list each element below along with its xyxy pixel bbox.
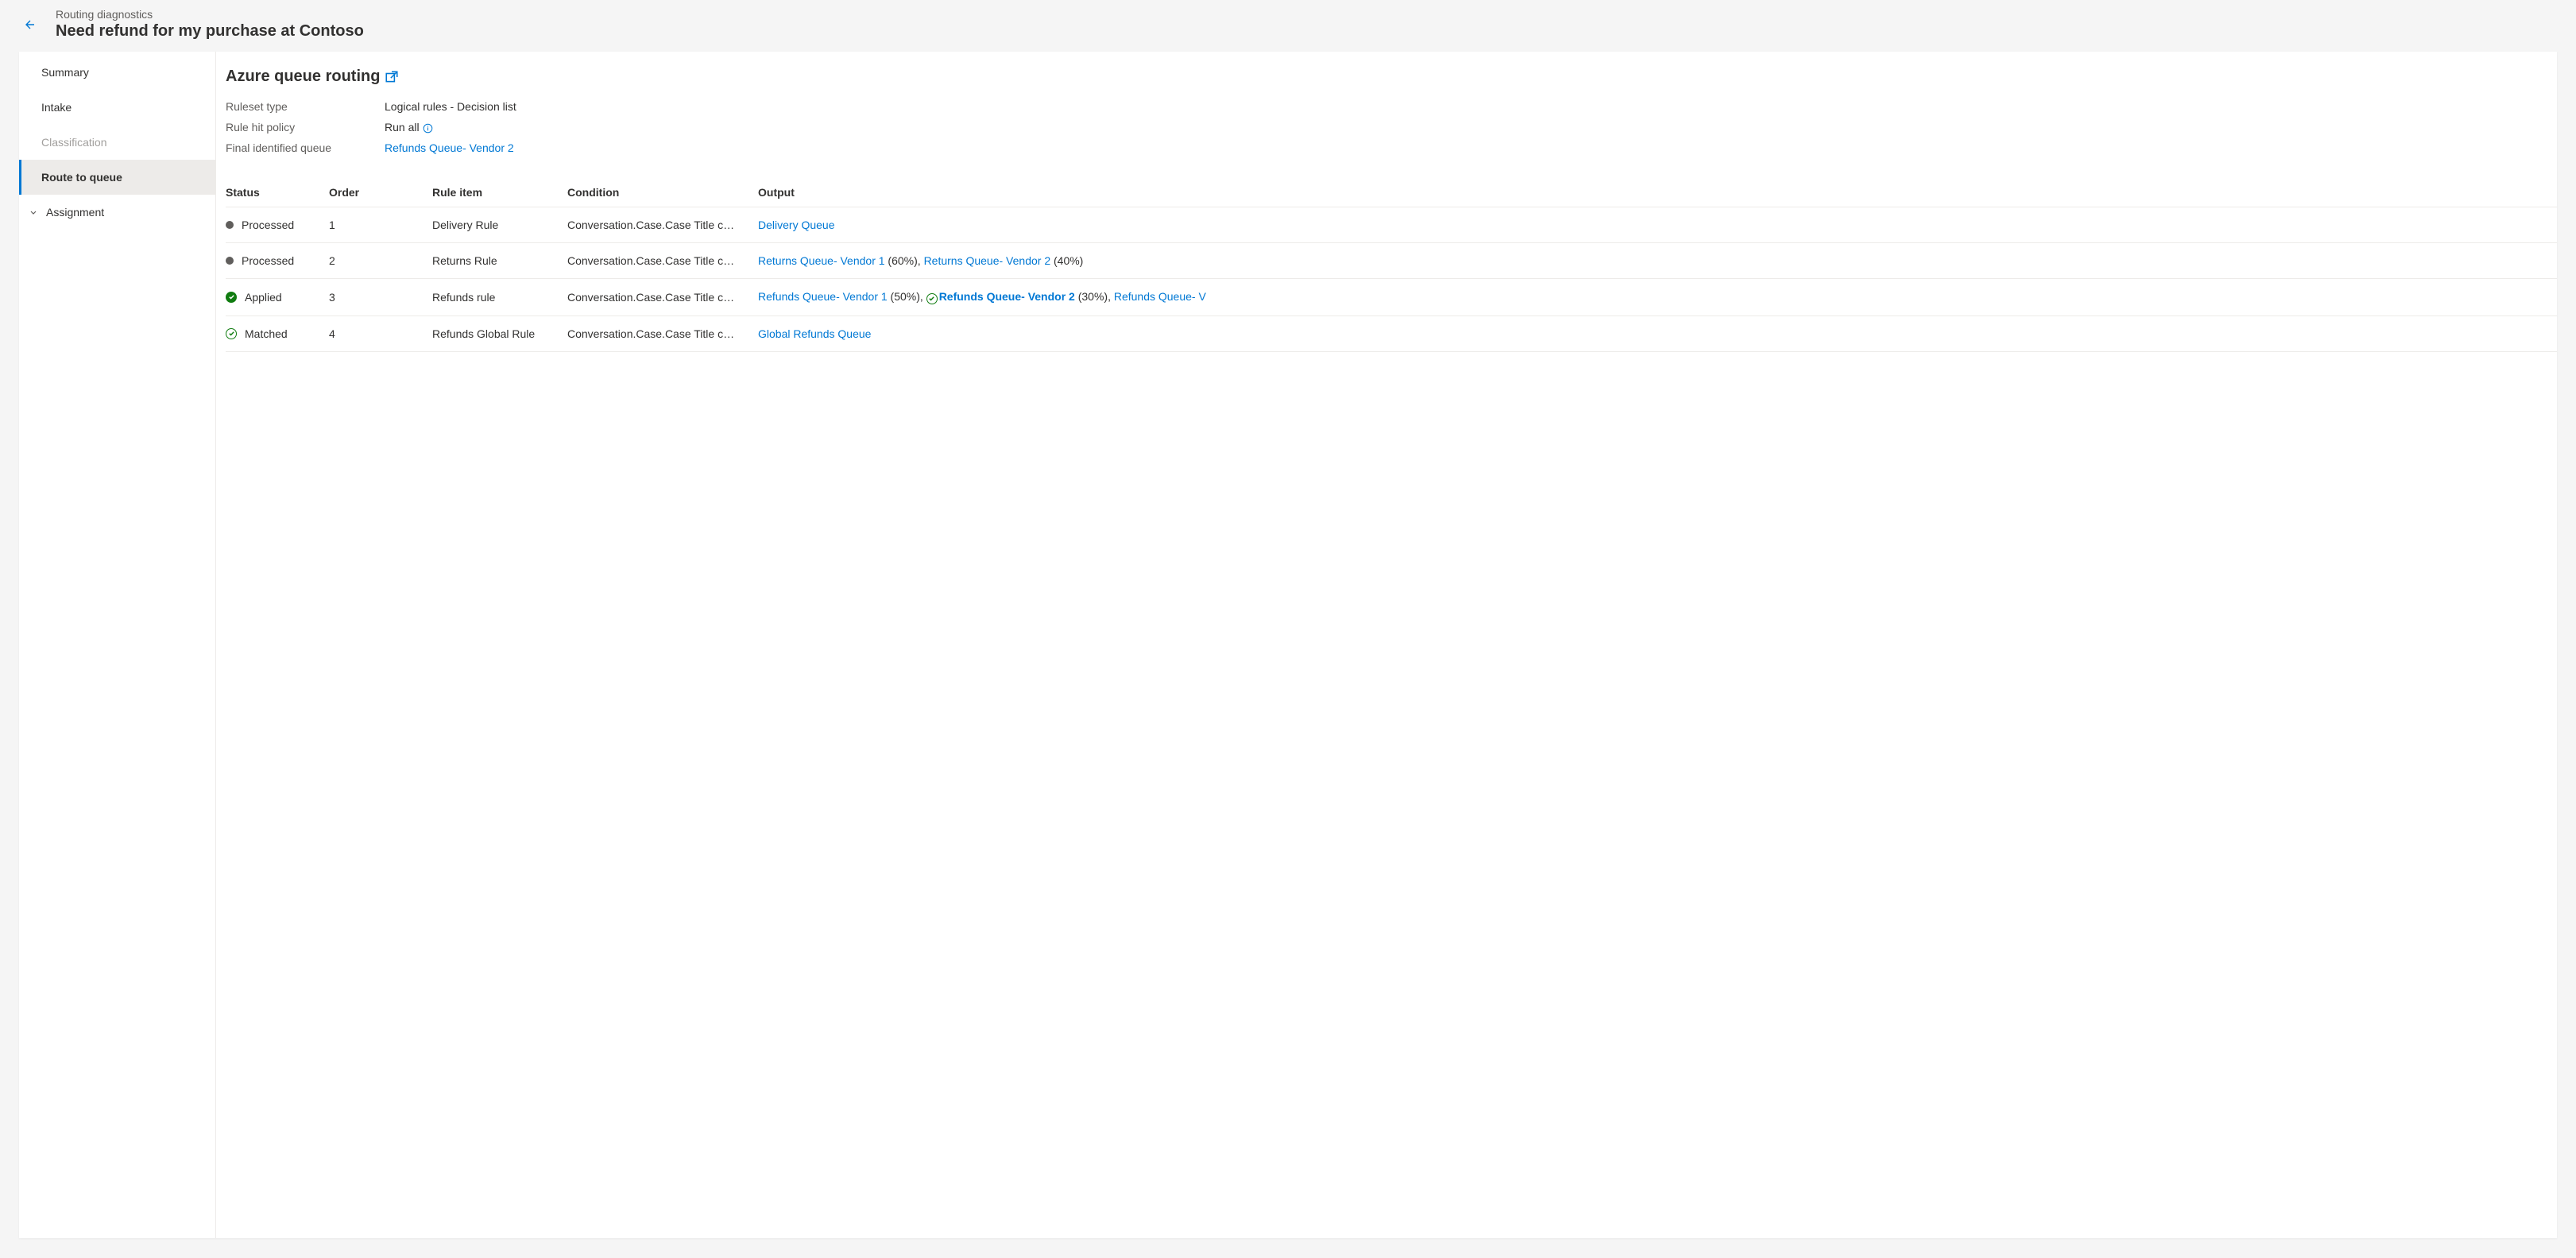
- page-title: Need refund for my purchase at Contoso: [56, 22, 364, 41]
- queue-link[interactable]: Global Refunds Queue: [758, 327, 871, 340]
- order-cell: 3: [329, 279, 432, 316]
- check-outline-icon: [226, 328, 237, 339]
- rule-item-cell: Refunds rule: [432, 279, 567, 316]
- status-dot-icon: [226, 221, 234, 229]
- condition-cell: Conversation.Case.Case Title c…: [567, 279, 758, 316]
- order-cell: 1: [329, 207, 432, 243]
- table-row[interactable]: Processed 1Delivery RuleConversation.Case…: [226, 207, 2557, 243]
- sidebar-item-intake[interactable]: Intake: [19, 90, 215, 125]
- back-button[interactable]: [16, 12, 41, 37]
- column-header[interactable]: Status: [226, 178, 329, 207]
- table-row[interactable]: Processed 2Returns RuleConversation.Case.…: [226, 243, 2557, 279]
- sidebar-item-label: Intake: [41, 101, 72, 114]
- column-header[interactable]: Order: [329, 178, 432, 207]
- output-cell: Delivery Queue: [758, 207, 2557, 243]
- property-value: Logical rules - Decision list: [385, 100, 2557, 113]
- sidebar-item-route-to-queue[interactable]: Route to queue: [19, 160, 215, 195]
- status-text: Applied: [245, 291, 282, 304]
- property-label: Rule hit policy: [226, 121, 385, 134]
- main-panel: Summary Intake Classification Route to queu…: [19, 52, 2557, 1238]
- sidebar: Summary Intake Classification Route to queu…: [19, 52, 216, 1238]
- sidebar-item-label: Assignment: [46, 206, 104, 219]
- status-text: Processed: [242, 254, 294, 267]
- output-text: (60%),: [885, 254, 924, 267]
- queue-link[interactable]: Returns Queue- Vendor 1: [758, 254, 885, 267]
- queue-link[interactable]: Refunds Queue- V: [1114, 290, 1206, 303]
- sidebar-item-assignment[interactable]: Assignment: [19, 195, 215, 230]
- rule-item-cell: Delivery Rule: [432, 207, 567, 243]
- status-dot-icon: [226, 257, 234, 265]
- rule-item-cell: Refunds Global Rule: [432, 315, 567, 351]
- column-header[interactable]: Condition: [567, 178, 758, 207]
- open-new-window-button[interactable]: [385, 70, 399, 84]
- queue-link[interactable]: Returns Queue- Vendor 2: [924, 254, 1051, 267]
- sidebar-item-summary[interactable]: Summary: [19, 55, 215, 90]
- condition-cell: Conversation.Case.Case Title c…: [567, 315, 758, 351]
- breadcrumb: Routing diagnostics: [56, 8, 364, 21]
- content: Azure queue routing Ruleset typeLogical …: [216, 52, 2557, 1238]
- properties-grid: Ruleset typeLogical rules - Decision lis…: [226, 100, 2557, 154]
- condition-cell: Conversation.Case.Case Title c…: [567, 243, 758, 279]
- sidebar-item-label: Classification: [41, 136, 106, 149]
- content-title: Azure queue routing: [226, 68, 380, 86]
- condition-cell: Conversation.Case.Case Title c…: [567, 207, 758, 243]
- sidebar-item-label: Route to queue: [41, 171, 122, 184]
- rules-table: StatusOrderRule itemConditionOutput Proc…: [226, 178, 2557, 352]
- order-cell: 2: [329, 243, 432, 279]
- property-value: Run all: [385, 121, 2557, 134]
- sidebar-item-label: Summary: [41, 66, 89, 79]
- popout-icon: [385, 70, 399, 84]
- queue-link[interactable]: Refunds Queue- Vendor 1: [758, 290, 888, 303]
- order-cell: 4: [329, 315, 432, 351]
- output-text: (30%),: [1075, 290, 1114, 303]
- check-solid-icon: [226, 292, 237, 303]
- property-value-link[interactable]: Refunds Queue- Vendor 2: [385, 141, 2557, 154]
- queue-link[interactable]: Delivery Queue: [758, 219, 835, 231]
- page-header: Routing diagnostics Need refund for my p…: [0, 0, 2576, 52]
- column-header[interactable]: Output: [758, 178, 2557, 207]
- sidebar-item-classification: Classification: [19, 125, 215, 160]
- table-row[interactable]: Applied 3Refunds ruleConversation.Case.Ca…: [226, 279, 2557, 316]
- output-text: (40%): [1050, 254, 1083, 267]
- property-label: Final identified queue: [226, 141, 385, 154]
- rule-item-cell: Returns Rule: [432, 243, 567, 279]
- info-icon[interactable]: [423, 123, 433, 134]
- property-label: Ruleset type: [226, 100, 385, 113]
- status-text: Processed: [242, 219, 294, 231]
- status-text: Matched: [245, 327, 288, 340]
- column-header[interactable]: Rule item: [432, 178, 567, 207]
- output-text: (50%),: [888, 290, 926, 303]
- output-cell: Global Refunds Queue: [758, 315, 2557, 351]
- header-text: Routing diagnostics Need refund for my p…: [56, 8, 364, 41]
- check-outline-icon: [926, 293, 938, 304]
- output-cell: Returns Queue- Vendor 1 (60%), Returns Q…: [758, 243, 2557, 279]
- chevron-down-icon: [29, 207, 38, 217]
- queue-link[interactable]: Refunds Queue- Vendor 2: [939, 290, 1075, 303]
- table-row[interactable]: Matched 4Refunds Global RuleConversation.…: [226, 315, 2557, 351]
- arrow-left-icon: [22, 18, 35, 31]
- output-cell: Refunds Queue- Vendor 1 (50%), Refunds Q…: [758, 279, 2557, 316]
